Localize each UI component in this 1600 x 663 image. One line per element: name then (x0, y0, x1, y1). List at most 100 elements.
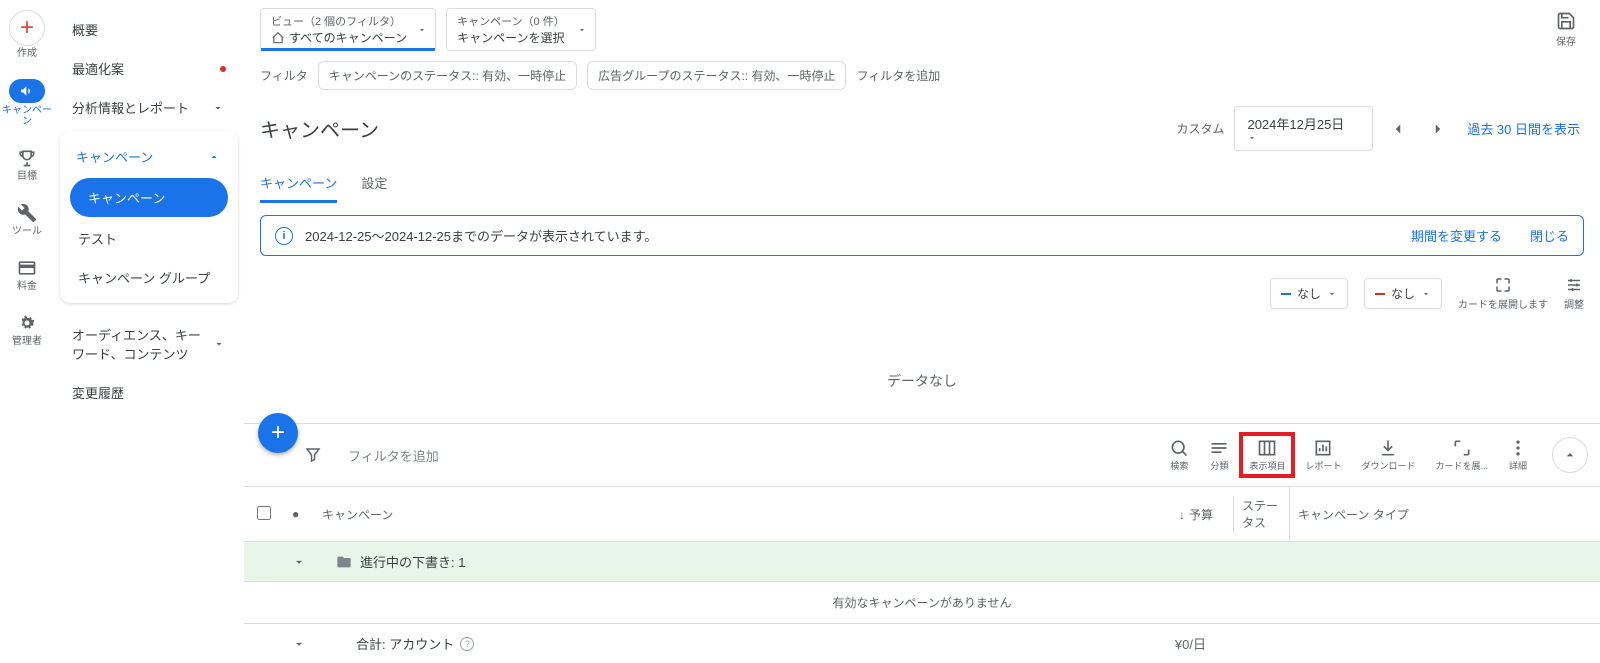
last-30-days-link[interactable]: 過去 30 日間を表示 (1463, 119, 1584, 138)
draft-row-label: 進行中の下書き: 1 (360, 552, 465, 571)
view-selector-value: すべてのキャンペーン (289, 29, 407, 46)
nav-history-label: 変更履歴 (72, 383, 124, 402)
tab-campaign[interactable]: キャンペーン (260, 165, 337, 203)
rail-billing-label: 料金 (17, 281, 37, 292)
card-controls: なし なし カードを展開します 調整 (244, 256, 1600, 321)
date-prev-button[interactable] (1383, 114, 1413, 144)
dropdown-icon (417, 25, 427, 35)
columns-button[interactable]: 表示項目 (1239, 432, 1295, 478)
rail-campaign-label: キャンペーン (0, 105, 54, 127)
segment-button[interactable]: 分類 (1199, 436, 1239, 474)
filter-label: フィルタ (260, 67, 308, 84)
campaign-selector-title: キャンペーン（0 件） (457, 13, 567, 29)
col-campaign[interactable]: キャンペーン (314, 496, 854, 533)
expand-cards-button[interactable]: カードを展開します (1458, 276, 1548, 311)
nav-campaign-header[interactable]: キャンペーン (60, 137, 238, 176)
save-label: 保存 (1556, 33, 1576, 48)
nav-campaign-group[interactable]: キャンペーン グループ (60, 258, 238, 297)
metric-1-value: なし (1297, 285, 1321, 302)
nav-history[interactable]: 変更履歴 (60, 373, 238, 412)
expand-icon (1452, 438, 1472, 458)
nav-overview[interactable]: 概要 (60, 10, 238, 49)
add-filter-input[interactable]: フィルタを追加 (348, 446, 1159, 465)
dropdown-icon (1327, 289, 1337, 299)
page-header: キャンペーン カスタム 2024年12月25日 過去 30 日間を表示 (244, 100, 1600, 151)
chevron-down-icon (292, 637, 306, 651)
metric-selector-2[interactable]: なし (1364, 278, 1442, 309)
draft-row[interactable]: 進行中の下書き: 1 (244, 542, 1600, 582)
report-button[interactable]: レポート (1295, 436, 1351, 474)
filter-chip-adgroup-status[interactable]: 広告グループのステータス:: 有効、一時停止 (587, 61, 846, 90)
date-next-button[interactable] (1423, 114, 1453, 144)
nav-campaign-active[interactable]: キャンペーン (70, 178, 228, 217)
segment-label: 分類 (1210, 459, 1228, 472)
rail-goal-label: 目標 (17, 171, 37, 182)
metric-selector-1[interactable]: なし (1270, 278, 1348, 309)
download-icon (1378, 438, 1398, 458)
rail-admin[interactable]: 管理者 (12, 308, 42, 351)
nav-audience-label: オーディエンス、キーワード、コンテンツ (72, 325, 212, 363)
rail-tool-label: ツール (12, 226, 42, 237)
rail-goal[interactable]: 目標 (16, 143, 38, 186)
nav-campaign-card: キャンペーン キャンペーン テスト キャンペーン グループ (60, 131, 238, 303)
select-all-checkbox[interactable] (244, 496, 284, 533)
add-campaign-fab[interactable]: + (258, 413, 298, 453)
plus-icon: + (9, 10, 45, 46)
chevron-down-icon (212, 336, 226, 352)
collapse-table-button[interactable] (1552, 437, 1588, 473)
expand-icon (1494, 276, 1512, 294)
campaigns-table: + フィルタを追加 検索 分類 表示項目 レポート ダウンロード カードを展..… (244, 423, 1600, 663)
nav-insights-label: 分析情報とレポート (72, 98, 189, 117)
more-vert-icon (1508, 438, 1528, 458)
tab-settings[interactable]: 設定 (361, 165, 387, 203)
topbar: ビュー（2 個のフィルタ） すべてのキャンペーン キャンペーン（0 件） キャン… (244, 0, 1600, 51)
rail-admin-label: 管理者 (12, 336, 42, 347)
nav-audience[interactable]: オーディエンス、キーワード、コンテンツ (60, 315, 238, 373)
status-dot-header: ● (284, 497, 314, 531)
secondary-nav: 概要 最適化案 分析情報とレポート キャンペーン キャンペーン テスト キャンペ… (54, 0, 244, 657)
chevron-down-icon (210, 100, 226, 116)
campaign-selector[interactable]: キャンペーン（0 件） キャンペーンを選択 (446, 8, 596, 51)
view-selector[interactable]: ビュー（2 個のフィルタ） すべてのキャンペーン (260, 8, 436, 51)
more-button[interactable]: 詳細 (1498, 436, 1538, 474)
save-icon (1556, 11, 1576, 31)
date-picker[interactable]: 2024年12月25日 (1234, 106, 1373, 151)
tabs: キャンペーン 設定 (244, 151, 1600, 203)
notice-message: 2024-12-25～2024-12-25までのデータが表示されています。 (305, 226, 1383, 245)
red-bar-icon (1375, 293, 1385, 295)
close-notice-link[interactable]: 閉じる (1530, 226, 1569, 245)
rail-tool[interactable]: ツール (12, 198, 42, 241)
filter-icon[interactable] (304, 446, 328, 464)
nav-test[interactable]: テスト (60, 219, 238, 258)
create-button[interactable]: + 作成 (9, 6, 45, 63)
nav-optimization-label: 最適化案 (72, 59, 124, 78)
home-icon (271, 31, 285, 45)
expand-table-button[interactable]: カードを展... (1425, 436, 1498, 474)
columns-label: 表示項目 (1249, 459, 1285, 472)
col-type[interactable]: キャンペーン タイプ (1290, 496, 1600, 533)
help-icon[interactable]: ? (460, 637, 474, 651)
blue-bar-icon (1281, 293, 1291, 295)
download-button[interactable]: ダウンロード (1351, 436, 1425, 474)
create-label: 作成 (17, 48, 37, 59)
date-notice: i 2024-12-25～2024-12-25までのデータが表示されています。 … (260, 215, 1584, 256)
filter-chip-campaign-status[interactable]: キャンペーンのステータス:: 有効、一時停止 (318, 61, 577, 90)
nav-optimization[interactable]: 最適化案 (60, 49, 238, 88)
metric-2-value: なし (1391, 285, 1415, 302)
rail-billing[interactable]: 料金 (16, 253, 38, 296)
rail-campaign[interactable]: キャンペーン (0, 75, 54, 131)
page-title: キャンペーン (260, 114, 1176, 143)
save-button[interactable]: 保存 (1556, 11, 1584, 48)
info-icon: i (275, 227, 293, 245)
col-budget[interactable]: ↓予算 (854, 496, 1234, 533)
nav-insights[interactable]: 分析情報とレポート (60, 88, 238, 127)
col-status[interactable]: ステータス (1234, 487, 1290, 541)
change-period-link[interactable]: 期間を変更する (1411, 226, 1502, 245)
adjust-button[interactable]: 調整 (1564, 276, 1584, 311)
total-label: 合計: アカウント (356, 634, 454, 653)
date-value: 2024年12月25日 (1247, 117, 1344, 132)
add-filter-link[interactable]: フィルタを追加 (856, 67, 940, 84)
nav-overview-label: 概要 (72, 20, 98, 39)
search-button[interactable]: 検索 (1159, 436, 1199, 474)
megaphone-icon (9, 79, 45, 103)
